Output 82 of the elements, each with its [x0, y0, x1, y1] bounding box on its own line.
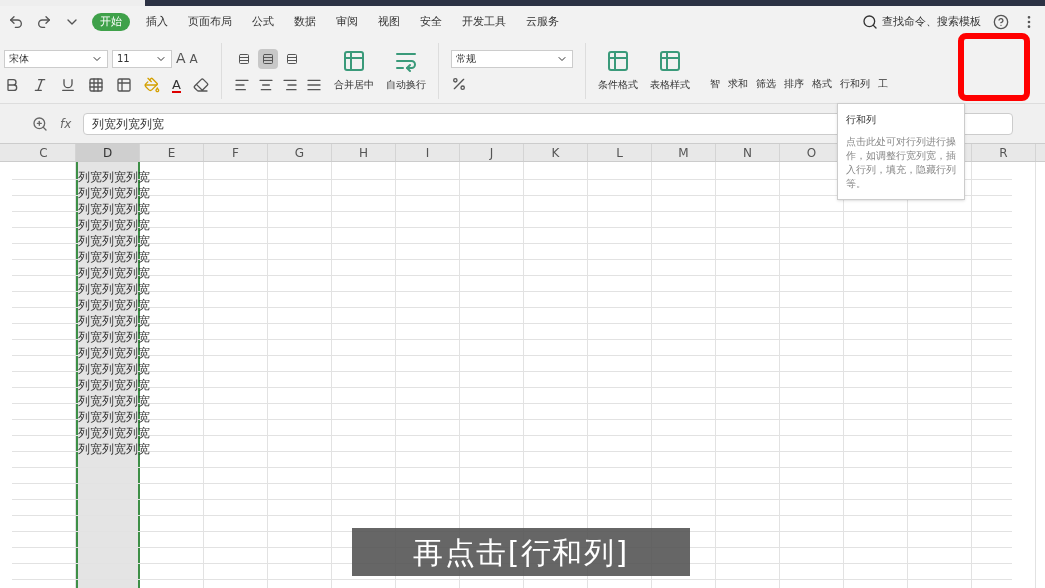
- ribbon-button[interactable]: 筛选: [755, 76, 776, 91]
- ribbon-tab[interactable]: 页面布局: [184, 13, 236, 31]
- bold-icon[interactable]: [4, 77, 20, 93]
- cell-text: 列宽列宽列宽: [78, 234, 150, 248]
- cell-text: 列宽列宽列宽: [78, 170, 150, 184]
- redo-icon[interactable]: [36, 14, 52, 30]
- column-header[interactable]: J: [460, 144, 524, 161]
- fill-color-icon[interactable]: [144, 77, 160, 93]
- italic-icon[interactable]: [32, 77, 48, 93]
- cell-text: 列宽列宽列宽: [78, 298, 150, 312]
- column-header[interactable]: H: [332, 144, 396, 161]
- align-icon: [237, 52, 250, 65]
- column-header[interactable]: K: [524, 144, 588, 161]
- ribbon-button[interactable]: 条件格式: [597, 49, 638, 92]
- ribbon-tab[interactable]: 开发工具: [458, 13, 510, 31]
- cell-text: 列宽列宽列宽: [78, 346, 150, 360]
- ribbon-button[interactable]: 表格样式: [649, 49, 690, 92]
- cell-text: 列宽列宽列宽: [78, 266, 150, 280]
- cell-text: 列宽列宽列宽: [78, 394, 150, 408]
- ribbon-button[interactable]: 自动换行: [385, 49, 426, 92]
- align-icon: [285, 52, 298, 65]
- table-icon: [605, 49, 630, 73]
- column-header[interactable]: I: [396, 144, 460, 161]
- column-header[interactable]: N: [716, 144, 780, 161]
- ribbon-button[interactable]: 合并居中: [333, 49, 374, 92]
- ribbon-tab[interactable]: 审阅: [332, 13, 362, 31]
- eraser-icon[interactable]: [192, 77, 209, 93]
- cell-text: 列宽列宽列宽: [78, 218, 150, 232]
- ribbon-button[interactable]: 工: [877, 76, 888, 91]
- cell-style-icon[interactable]: [116, 77, 132, 93]
- ribbon-tab[interactable]: 云服务: [522, 13, 563, 31]
- column-header[interactable]: F: [204, 144, 268, 161]
- cell-text: 列宽列宽列宽: [78, 362, 150, 376]
- highlight-frame: [958, 33, 1030, 101]
- shrink-font-button[interactable]: A: [189, 49, 198, 68]
- cell-text: 列宽列宽列宽: [78, 202, 150, 216]
- cell-text: 列宽列宽列宽: [78, 282, 150, 296]
- underline-icon[interactable]: [60, 77, 76, 93]
- column-header[interactable]: E: [140, 144, 204, 161]
- ribbon-button[interactable]: 求和: [727, 76, 748, 91]
- help-icon[interactable]: [993, 14, 1009, 30]
- table-icon: [657, 49, 682, 73]
- cell-text: 列宽列宽列宽: [78, 250, 150, 264]
- search-icon: [862, 14, 878, 30]
- ribbon-button[interactable]: 行和列: [839, 76, 870, 91]
- font-name-field[interactable]: 宋体: [4, 49, 108, 68]
- cell-text: 列宽列宽列宽: [78, 314, 150, 328]
- grow-font-button[interactable]: A: [176, 48, 186, 69]
- ribbon-tab[interactable]: 安全: [416, 13, 446, 31]
- column-header[interactable]: R: [972, 144, 1036, 161]
- font-size-field[interactable]: 11: [112, 49, 172, 68]
- tooltip-title: 行和列: [846, 113, 877, 127]
- search-command-field[interactable]: 查找命令、搜索模板: [862, 13, 981, 31]
- ribbon-tab[interactable]: 视图: [374, 13, 404, 31]
- number-format-field[interactable]: 常规: [450, 49, 573, 68]
- vertical-align-button[interactable]: [257, 48, 278, 69]
- cell-text: 列宽列宽列宽: [78, 378, 150, 392]
- column-header[interactable]: G: [268, 144, 332, 161]
- column-header[interactable]: D: [76, 144, 140, 161]
- border-icon[interactable]: [88, 77, 104, 93]
- percent-icon[interactable]: [450, 75, 467, 92]
- ribbon-tab[interactable]: 插入: [142, 13, 172, 31]
- ribbon-tab[interactable]: 公式: [248, 13, 278, 31]
- undo-icon[interactable]: [8, 14, 24, 30]
- align-icon: [261, 52, 274, 65]
- column-header[interactable]: M: [652, 144, 716, 161]
- ribbon-button[interactable]: 排序: [783, 76, 804, 91]
- cell-text: 列宽列宽列宽: [78, 410, 150, 424]
- tooltip-text: 点击此处可对行列进行操作，如调整行宽列宽，插入行列，填充，隐藏行列等。: [846, 135, 956, 191]
- cell-text: 列宽列宽列宽: [78, 426, 150, 440]
- zoom-icon[interactable]: [32, 115, 48, 132]
- cell-text: 列宽列宽列宽: [78, 186, 150, 200]
- function-icon[interactable]: fx: [60, 114, 72, 133]
- ribbon-button[interactable]: 格式: [811, 76, 832, 91]
- subtitle-caption: 再点击[行和列]: [352, 528, 690, 576]
- cell-text: 列宽列宽列宽: [78, 330, 150, 344]
- column-header[interactable]: L: [588, 144, 652, 161]
- ribbon-tab[interactable]: 数据: [290, 13, 320, 31]
- merge-cells-icon: [341, 49, 366, 73]
- font-color-button[interactable]: A: [172, 77, 181, 93]
- cell-text: 列宽列宽列宽: [78, 442, 150, 456]
- ribbon-button[interactable]: 智: [709, 76, 720, 91]
